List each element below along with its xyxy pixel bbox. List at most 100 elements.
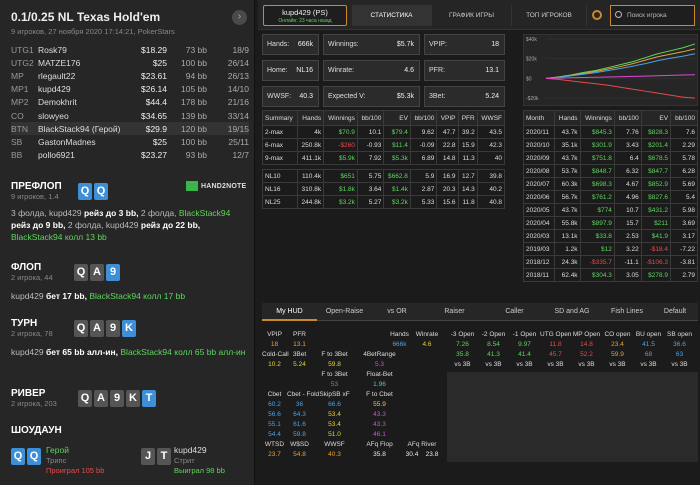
column-header[interactable]: bb/100 [356, 110, 385, 126]
column-header[interactable]: Month [523, 110, 555, 126]
table-row[interactable]: 2020/03 13.1k $33.8 2.53 $41.9 3.17 [523, 229, 698, 243]
hero-name[interactable]: BlackStack94 [179, 208, 231, 218]
table-row[interactable]: CO slowyeo $34.65 139 bb 33/14 [11, 109, 249, 122]
hero-name[interactable]: BlackStack94 [120, 347, 172, 357]
hero-hand: Трипс [46, 456, 67, 465]
table-row[interactable]: 2020/05 43.7k $774 10.7 $431.2 5.98 [523, 203, 698, 217]
hud-tab[interactable]: Fish Lines [602, 303, 652, 321]
column-header[interactable]: bb/100 [409, 110, 438, 126]
table-row[interactable]: MP2 Demokhrit $44.4 178 bb 21/16 [11, 96, 249, 109]
stat-label: VPIP: [429, 41, 447, 48]
table-row[interactable]: 2020/09 43.7k $751.8 6.4 $678.5 5.78 [523, 151, 698, 165]
column-header[interactable]: bb/100 [670, 110, 698, 126]
player-position: BTN [11, 122, 38, 136]
preflop-label: ПРЕФЛОП [11, 181, 62, 192]
search-input[interactable]: Поиск игрока [610, 5, 695, 26]
table-row[interactable]: 2020/06 56.7k $761.2 4.96 $827.6 5.4 [523, 190, 698, 204]
table-cell: 22.8 [436, 138, 459, 152]
hud-label: PFR [293, 331, 306, 338]
table-row[interactable]: 2018/12 24.3k -$335.7 -11.1 -$106.3 -3.81 [523, 255, 698, 269]
stat-label: Hands: [267, 41, 290, 48]
table-cell: -11.1 [613, 255, 642, 269]
table-row[interactable]: 9-max 411.1k $5.9k 7.92 $5.3k 6.89 14.8 11.3 40 [262, 151, 506, 165]
hud-tab[interactable]: Default [652, 303, 698, 321]
table-row[interactable]: 2019/03 1.2k $12 3.22 -$18.4 -7.22 [523, 242, 698, 256]
table-cell: 5.33 [409, 195, 438, 209]
table-row[interactable]: NL25 244.8k $3.2k 5.27 $3.2k 5.33 15.6 11.8 40.8 [262, 195, 506, 209]
hero-name[interactable]: Герой [46, 445, 69, 455]
table-row[interactable]: NL10 110.4k $651 5.75 $662.8 5.9 16.9 12.7 39.8 [262, 169, 506, 183]
table-row[interactable]: 6-max 250.8k -$260 -0.93 $11.4 -0.09 22.8 15.9 4… [262, 138, 506, 152]
table-row[interactable]: NL16 310.8k $1.8k 3.64 $1.4k 2.87 20.3 14.3 40.2 [262, 182, 506, 196]
column-header[interactable]: Hands [553, 110, 581, 126]
hud-tab[interactable]: Open-Raise [317, 303, 372, 321]
table-cell: 43.7k [553, 203, 581, 217]
chevron-right-icon[interactable]: › [232, 10, 247, 25]
table-row[interactable]: UTG2 MATZE176 $25 100 bb 26/14 [11, 56, 249, 69]
table-cell: 53.7k [553, 164, 581, 178]
player-name[interactable]: kupd429 [11, 291, 44, 301]
table-cell: 2.53 [613, 229, 642, 243]
table-row[interactable]: 2-max 4k $70.9 10.1 $79.4 9.62 47.7 39.2 43.5 [262, 125, 506, 139]
action-text: колл 65 bb алл-ин [171, 347, 246, 357]
table-cell: 15.7 [613, 216, 642, 230]
table-row[interactable]: BTN BlackStack94 (Герой) $29.9 120 bb 19/15 [11, 122, 249, 136]
column-header[interactable]: Winnings [579, 110, 615, 126]
table-cell: 5.9 [409, 169, 438, 183]
column-header[interactable]: PFR [457, 110, 478, 126]
table-row[interactable]: 2018/11 62.4k $304.3 3.05 $278.9 2.79 [523, 268, 698, 282]
hud-tab[interactable]: Caller [487, 303, 542, 321]
player-badge[interactable]: kupd429 (PS) Онлайн: 23 часа назад [263, 5, 347, 26]
villain-name[interactable]: kupd429 [174, 445, 207, 455]
hero-name[interactable]: BlackStack94 [11, 232, 63, 242]
hud-tab[interactable]: SD and AG [542, 303, 602, 321]
table-cell: $5.3k [383, 151, 411, 165]
player-stack: $23.61 [141, 70, 167, 81]
table-row[interactable]: 2020/07 60.3k $698.3 4.67 $852.9 5.69 [523, 177, 698, 191]
table-row[interactable]: UTG1 Rosk79 $18.29 73 bb 18/9 [11, 43, 249, 56]
flop-cards: QA9 [74, 262, 122, 281]
column-header[interactable]: EV [640, 110, 672, 126]
table-row[interactable]: 2020/08 53.7k $848.7 6.32 $847.7 6.28 [523, 164, 698, 178]
player-name[interactable]: kupd429 [49, 208, 82, 218]
hud-tab[interactable]: vs OR [372, 303, 422, 321]
player-position: SB [11, 136, 23, 147]
hud-label: -3 Open [450, 331, 475, 338]
hud-tab[interactable]: My HUD [262, 303, 317, 321]
player-stack: $44.4 [145, 97, 167, 108]
tab-game-graph[interactable]: ГРАФИК ИГРЫ [432, 5, 512, 26]
table-cell: 2020/04 [523, 216, 555, 230]
table-cell: 7.6 [670, 125, 698, 139]
table-row[interactable]: 2020/10 35.1k $301.9 3.43 $201.4 2.29 [523, 138, 698, 152]
table-cell: 3.22 [613, 242, 642, 256]
column-header[interactable]: bb/100 [613, 110, 642, 126]
table-row[interactable]: 2020/04 55.8k $897.9 15.7 $211 3.69 [523, 216, 698, 230]
player-name[interactable]: kupd429 [106, 220, 139, 230]
player-name[interactable]: kupd429 [11, 347, 44, 357]
settings-icon[interactable] [592, 10, 602, 20]
hud-label: vs 3B [454, 361, 471, 368]
column-header[interactable]: Hands [296, 110, 325, 126]
column-header[interactable]: VPIP [436, 110, 459, 126]
card: A [94, 390, 108, 407]
table-row[interactable]: MP rlegault22 $23.61 94 bb 26/13 [11, 69, 249, 82]
table-cell: 3.64 [356, 182, 385, 196]
table-row[interactable]: BB pollo6921 $23.27 93 bb 12/7 [11, 149, 249, 162]
stat-box: VPIP: 18 [424, 34, 505, 55]
tab-top-players[interactable]: ТОП ИГРОКОВ [512, 5, 587, 26]
tab-statistics[interactable]: СТАТИСТИКА [352, 5, 432, 26]
column-header[interactable]: EV [383, 110, 411, 126]
hud-tab[interactable]: Raiser [422, 303, 487, 321]
table-row[interactable]: MP1 kupd429 $26.14 105 bb 14/10 [11, 83, 249, 96]
column-header[interactable]: Winnings [323, 110, 358, 126]
column-header[interactable]: WWSF [476, 110, 506, 126]
player-name: rlegault22 [38, 70, 76, 81]
hud-label: Cbet [267, 391, 282, 398]
table-cell: 3.69 [670, 216, 698, 230]
hero-name[interactable]: BlackStack94 [89, 291, 141, 301]
column-header[interactable]: Summary [262, 110, 298, 126]
table-row[interactable]: SB GastonMadnes $25 100 bb 25/11 [11, 135, 249, 148]
stat-value: $5.7k [396, 41, 414, 48]
table-row[interactable]: 2020/11 43.7k $845.3 7.76 $828.3 7.6 [523, 125, 698, 139]
table-cell: 42.3 [476, 138, 506, 152]
